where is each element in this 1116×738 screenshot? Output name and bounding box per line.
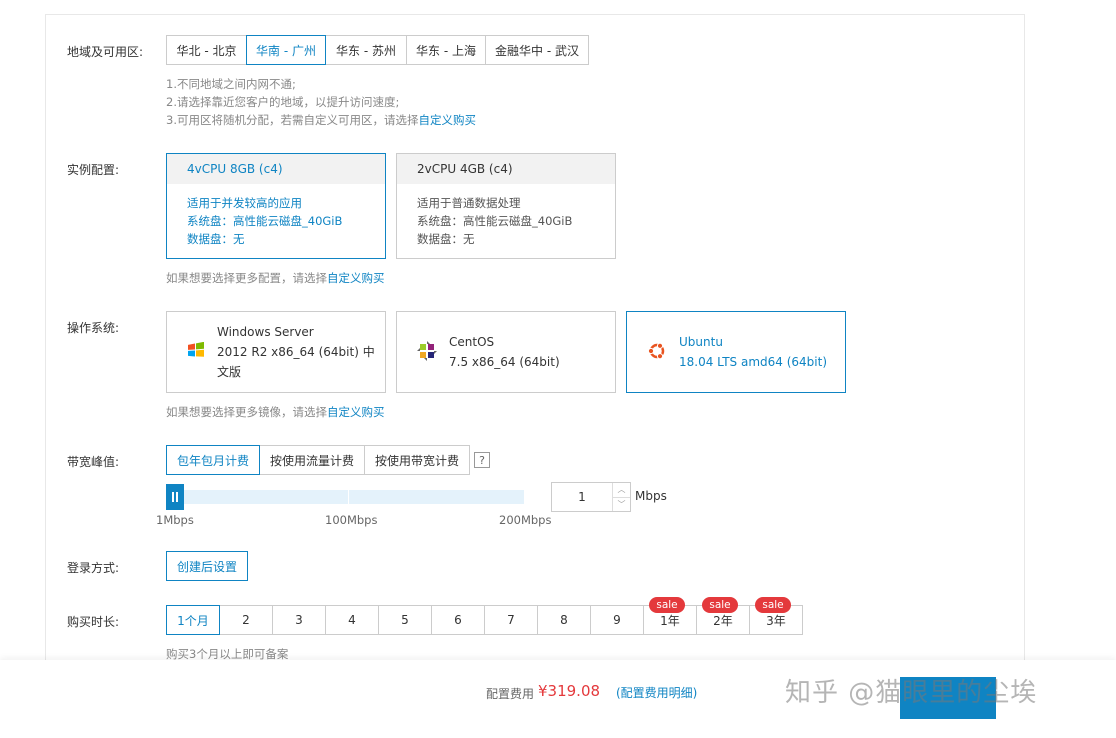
duration-option-2[interactable]: 2: [219, 605, 273, 635]
billing-option-bandwidth[interactable]: 按使用带宽计费: [364, 445, 470, 475]
region-option-beijing[interactable]: 华北 - 北京: [166, 35, 247, 65]
price-label: 配置费用: [486, 687, 535, 701]
bandwidth-unit: Mbps: [635, 489, 667, 503]
instance-hint: 如果想要选择更多配置，请选择自定义购买: [166, 271, 385, 285]
billing-selector: 包年包月计费 按使用流量计费 按使用带宽计费: [166, 445, 470, 475]
sale-badge: sale: [702, 597, 738, 613]
duration-option-7[interactable]: 7: [484, 605, 538, 635]
instance-custom-buy-link[interactable]: 自定义购买: [327, 271, 385, 285]
region-hints: 1.不同地域之间内网不通; 2.请选择靠近您客户的地域，以提升访问速度; 3.可…: [166, 75, 476, 129]
bandwidth-value-input[interactable]: 1: [552, 483, 612, 511]
os-version: 7.5 x86_64 (64bit): [449, 355, 560, 369]
region-hint-1: 1.不同地域之间内网不通;: [166, 77, 296, 91]
stepper-down-icon[interactable]: ﹀: [613, 498, 630, 512]
os-option-ubuntu[interactable]: Ubuntu 18.04 LTS amd64 (64bit): [626, 311, 846, 393]
duration-label: 购买时长:: [67, 615, 120, 629]
duration-option-4[interactable]: 4: [325, 605, 379, 635]
ubuntu-icon: [647, 341, 667, 364]
billing-option-traffic[interactable]: 按使用流量计费: [259, 445, 365, 475]
duration-option-6[interactable]: 6: [431, 605, 485, 635]
region-option-suzhou[interactable]: 华东 - 苏州: [325, 35, 407, 65]
region-hint-3: 3.可用区将随机分配，若需自定义可用区，请选择自定义购买: [166, 113, 476, 127]
region-hint-2: 2.请选择靠近您客户的地域，以提升访问速度;: [166, 95, 400, 109]
slider-divider: [348, 490, 349, 504]
instance-card-system-disk: 系统盘：高性能云磁盘_40GiB: [417, 214, 573, 228]
bandwidth-stepper: 1 ︿ ﹀: [551, 482, 631, 512]
help-icon[interactable]: ?: [474, 452, 490, 468]
login-label: 登录方式:: [67, 561, 120, 575]
os-hint: 如果想要选择更多镜像，请选择自定义购买: [166, 405, 385, 419]
price-value: ¥319.08: [538, 682, 601, 700]
instance-card-data-disk: 数据盘：无: [187, 232, 245, 246]
price-detail-link[interactable]: (配置费用明细): [616, 684, 697, 701]
region-custom-buy-link[interactable]: 自定义购买: [418, 113, 476, 127]
slider-tick-min: 1Mbps: [156, 513, 194, 527]
instance-card-title: 2vCPU 4GB (c4): [397, 154, 615, 184]
os-version: 18.04 LTS amd64 (64bit): [679, 355, 827, 369]
os-option-centos[interactable]: CentOS 7.5 x86_64 (64bit): [396, 311, 616, 393]
duration-option-9[interactable]: 9: [590, 605, 644, 635]
duration-option-5[interactable]: 5: [378, 605, 432, 635]
os-version-extra: 文版: [217, 365, 242, 379]
region-option-wuhan[interactable]: 金融华中 - 武汉: [485, 35, 589, 65]
bandwidth-label: 带宽峰值:: [67, 455, 120, 469]
stepper-up-icon[interactable]: ︿: [613, 483, 630, 498]
region-selector: 华北 - 北京 华南 - 广州 华东 - 苏州 华东 - 上海 金融华中 - 武…: [166, 35, 589, 65]
instance-card-desc: 适用于普通数据处理: [417, 196, 521, 210]
os-name: CentOS: [449, 335, 495, 349]
sale-badge: sale: [755, 597, 791, 613]
instance-label: 实例配置:: [67, 163, 120, 177]
login-setup-later-button[interactable]: 创建后设置: [166, 551, 248, 581]
duration-option-3[interactable]: 3: [272, 605, 326, 635]
region-option-shanghai[interactable]: 华东 - 上海: [406, 35, 486, 65]
instance-card-desc: 适用于并发较高的应用: [187, 196, 302, 210]
os-version: 2012 R2 x86_64 (64bit) 中: [217, 345, 375, 359]
instance-card-system-disk: 系统盘：高性能云磁盘_40GiB: [187, 214, 343, 228]
duration-option-8[interactable]: 8: [537, 605, 591, 635]
slider-tick-mid: 100Mbps: [325, 513, 378, 527]
duration-option-1m[interactable]: 1个月: [166, 605, 220, 635]
sale-badge: sale: [649, 597, 685, 613]
billing-option-monthly[interactable]: 包年包月计费: [166, 445, 260, 475]
centos-icon: [417, 340, 437, 364]
instance-card-2c4g[interactable]: 2vCPU 4GB (c4) 适用于普通数据处理 系统盘：高性能云磁盘_40Gi…: [396, 153, 616, 259]
instance-card-title: 4vCPU 8GB (c4): [167, 154, 385, 184]
instance-card-4c8g[interactable]: 4vCPU 8GB (c4) 适用于并发较高的应用 系统盘：高性能云磁盘_40G…: [166, 153, 386, 259]
os-name: Windows Server: [217, 325, 314, 339]
os-option-windows[interactable]: Windows Server 2012 R2 x86_64 (64bit) 中 …: [166, 311, 386, 393]
bandwidth-slider-track[interactable]: [166, 490, 524, 504]
region-label: 地域及可用区:: [67, 45, 144, 59]
windows-icon: [187, 341, 205, 363]
bandwidth-slider-handle[interactable]: [166, 484, 184, 510]
os-label: 操作系统:: [67, 321, 120, 335]
os-name: Ubuntu: [679, 335, 723, 349]
slider-tick-max: 200Mbps: [499, 513, 552, 527]
watermark: 知乎 @猫眼里的尘埃: [785, 678, 1038, 708]
os-custom-buy-link[interactable]: 自定义购买: [327, 405, 385, 419]
region-option-guangzhou[interactable]: 华南 - 广州: [246, 35, 326, 65]
instance-card-data-disk: 数据盘：无: [417, 232, 475, 246]
